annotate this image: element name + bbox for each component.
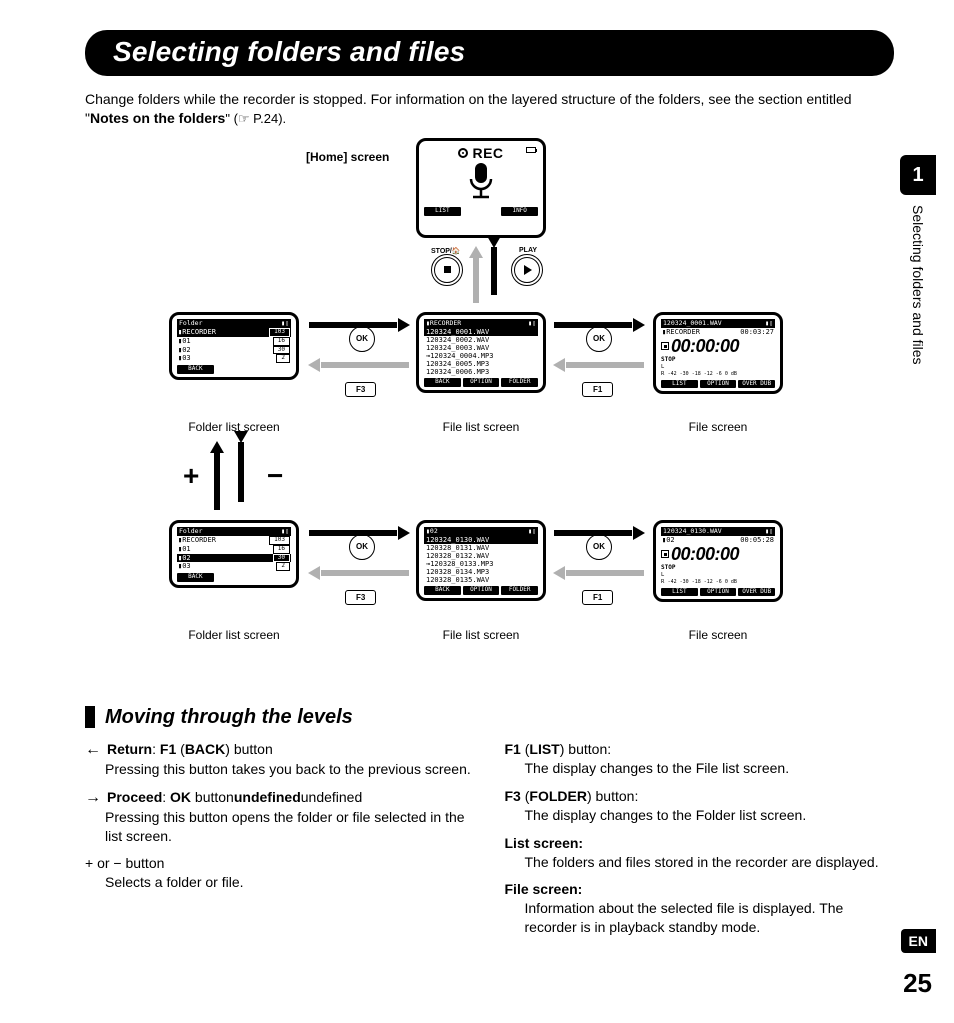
page-title-bar: Selecting folders and files: [85, 30, 894, 76]
section-bar-icon: [85, 706, 95, 728]
section-title: Moving through the levels: [105, 706, 353, 729]
item-body: The display changes to the File list scr…: [505, 759, 895, 778]
page-number: 25: [903, 968, 932, 999]
intro-text: Change folders while the recorder is sto…: [85, 90, 894, 128]
arrow-left-icon: [554, 362, 644, 368]
rec-label: REC: [424, 145, 538, 161]
intro-bold: Notes on the folders: [90, 110, 225, 126]
ok-button-icon: OK: [349, 326, 375, 352]
navigation-diagram: [Home] screen REC LISTINFO STOP/🏠 PLAY F…: [81, 142, 894, 702]
caption-file: File screen: [678, 628, 758, 642]
item-body: The display changes to the Folder list s…: [505, 806, 895, 825]
file-screen: 120324_0001.WAV▮▯ ▮RECORDER00:03:27 00:0…: [653, 312, 783, 395]
ok-button-icon: OK: [586, 326, 612, 352]
ok-button-icon: OK: [586, 534, 612, 560]
arrow-right-icon: [309, 530, 409, 536]
page-title: Selecting folders and files: [113, 36, 866, 68]
item-body: Selects a folder or file.: [85, 873, 475, 892]
left-column: ← Return: F1 (BACK) button Pressing this …: [85, 741, 475, 947]
stop-button-icon: [434, 257, 460, 283]
f1-button-icon: F1: [582, 590, 613, 605]
arrow-left-icon: [309, 570, 409, 576]
caption-filelist: File list screen: [431, 420, 531, 434]
file-list-screen: ▮RECORDER▮▯120324_0001.WAV120324_0002.WA…: [416, 312, 546, 393]
home-screen-label: [Home] screen: [306, 150, 389, 164]
f3-button-icon: F3: [345, 590, 376, 605]
item-heading: List screen:: [505, 835, 895, 851]
file-screen: 120324_0130.WAV▮▯ ▮0200:05:28 00:00:00 S…: [653, 520, 783, 603]
description-columns: ← Return: F1 (BACK) button Pressing this …: [85, 741, 894, 947]
f1-button-icon: F1: [582, 382, 613, 397]
item-body: Information about the selected file is d…: [505, 899, 895, 937]
item-heading: File screen:: [505, 881, 895, 897]
language-tag: EN: [901, 929, 936, 953]
soft-key: INFO: [501, 207, 538, 216]
arrow-right-icon: [554, 530, 644, 536]
item-body: Pressing this button takes you back to t…: [85, 760, 475, 779]
file-list-screen: ▮02▮▯120324_0130.WAV120328_0131.WAV12032…: [416, 520, 546, 601]
record-dot-icon: [458, 148, 468, 158]
arrow-right-icon: [309, 322, 409, 328]
item-heading: ← Return: F1 (BACK) button: [85, 741, 475, 758]
minus-symbol: −: [267, 460, 283, 492]
f3-button-icon: F3: [345, 382, 376, 397]
section-header: Moving through the levels: [85, 706, 894, 729]
item-heading: F1 (LIST) button:: [505, 741, 895, 757]
item-heading: + or − button: [85, 855, 475, 871]
chapter-name: Selecting folders and files: [910, 205, 926, 365]
arrow-left-icon: [554, 570, 644, 576]
item-body: Pressing this button opens the folder or…: [85, 808, 475, 846]
item-body: The folders and files stored in the reco…: [505, 853, 895, 872]
microphone-icon: [424, 161, 538, 205]
caption-file: File screen: [678, 420, 758, 434]
play-button-icon: [514, 257, 540, 283]
item-heading: → Proceed: OK buttonundefinedundefined: [85, 789, 475, 806]
arrow-left-icon: [309, 362, 409, 368]
arrow-right-icon: [554, 322, 644, 328]
chapter-number: 1: [900, 155, 936, 195]
home-screen: REC LIST INFO: [416, 138, 546, 238]
soft-key: LIST: [424, 207, 461, 216]
intro-c: " (☞ P.24).: [225, 111, 286, 126]
play-button-label: PLAY: [519, 247, 537, 254]
right-column: F1 (LIST) button: The display changes to …: [505, 741, 895, 947]
folder-list-screen: Folder▮▯▮RECORDER103▮0116▮0230▮032BACK: [169, 520, 299, 588]
plus-symbol: +: [183, 460, 199, 492]
chapter-side-tab: 1 Selecting folders and files: [900, 155, 936, 365]
item-heading: F3 (FOLDER) button:: [505, 788, 895, 804]
ok-button-icon: OK: [349, 534, 375, 560]
caption-folder: Folder list screen: [179, 628, 289, 642]
folder-list-screen: Folder▮▯▮RECORDER103▮0116▮0230▮032BACK: [169, 312, 299, 380]
battery-icon: [526, 147, 536, 153]
caption-filelist: File list screen: [431, 628, 531, 642]
